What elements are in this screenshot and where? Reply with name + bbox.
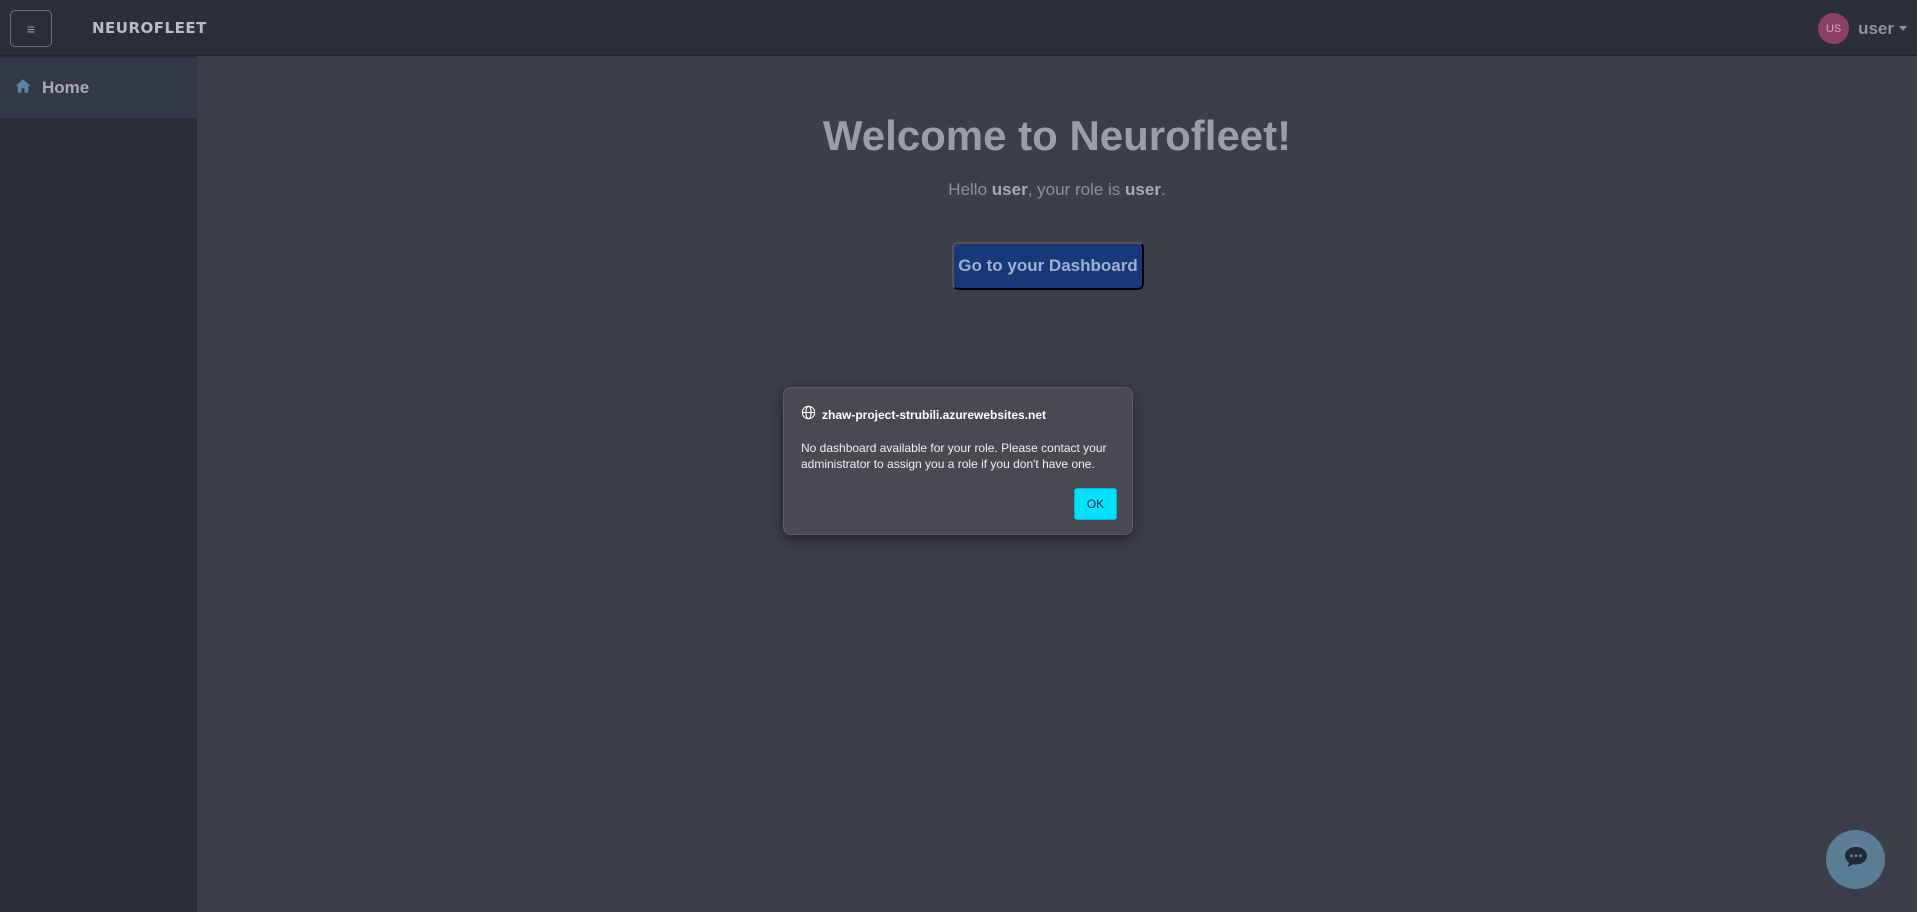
logo[interactable]: NEUROFLEET: [92, 19, 207, 37]
dialog-origin: zhaw-project-strubili.azurewebsites.net: [822, 408, 1047, 422]
sidebar-item-label: Home: [42, 78, 90, 97]
home-icon: [14, 77, 32, 100]
caret-down-icon: [1899, 26, 1907, 31]
globe-icon: [801, 405, 816, 425]
alert-dialog: zhaw-project-strubili.azurewebsites.net …: [783, 387, 1133, 535]
dialog-message: No dashboard available for your role. Pl…: [801, 441, 1107, 471]
chat-bubble-icon: [1843, 845, 1869, 874]
greeting-text: Hello user, your role is user.: [197, 180, 1917, 200]
sidebar: Home: [0, 56, 197, 912]
sidebar-item-home[interactable]: Home: [0, 58, 197, 118]
avatar: US: [1818, 13, 1850, 44]
user-name: user: [1858, 18, 1894, 38]
greeting-hello: Hello: [948, 180, 988, 199]
hamburger-menu-button[interactable]: ≡: [10, 10, 52, 47]
greeting-username: user: [991, 180, 1028, 199]
top-navbar: ≡ NEUROFLEET US user: [0, 0, 1917, 56]
hamburger-icon: ≡: [26, 20, 36, 37]
greeting-role: user: [1125, 180, 1161, 199]
go-to-dashboard-button[interactable]: Go to your Dashboard: [952, 242, 1144, 290]
dialog-header: zhaw-project-strubili.azurewebsites.net: [801, 405, 1046, 425]
page-title: Welcome to Neurofleet!: [822, 112, 1292, 159]
greeting-end: .: [1160, 180, 1166, 199]
greeting-middle: , your role is: [1027, 180, 1121, 199]
ok-button[interactable]: OK: [1074, 488, 1117, 520]
user-menu[interactable]: US user: [1818, 13, 1907, 44]
chat-button[interactable]: [1826, 830, 1885, 889]
